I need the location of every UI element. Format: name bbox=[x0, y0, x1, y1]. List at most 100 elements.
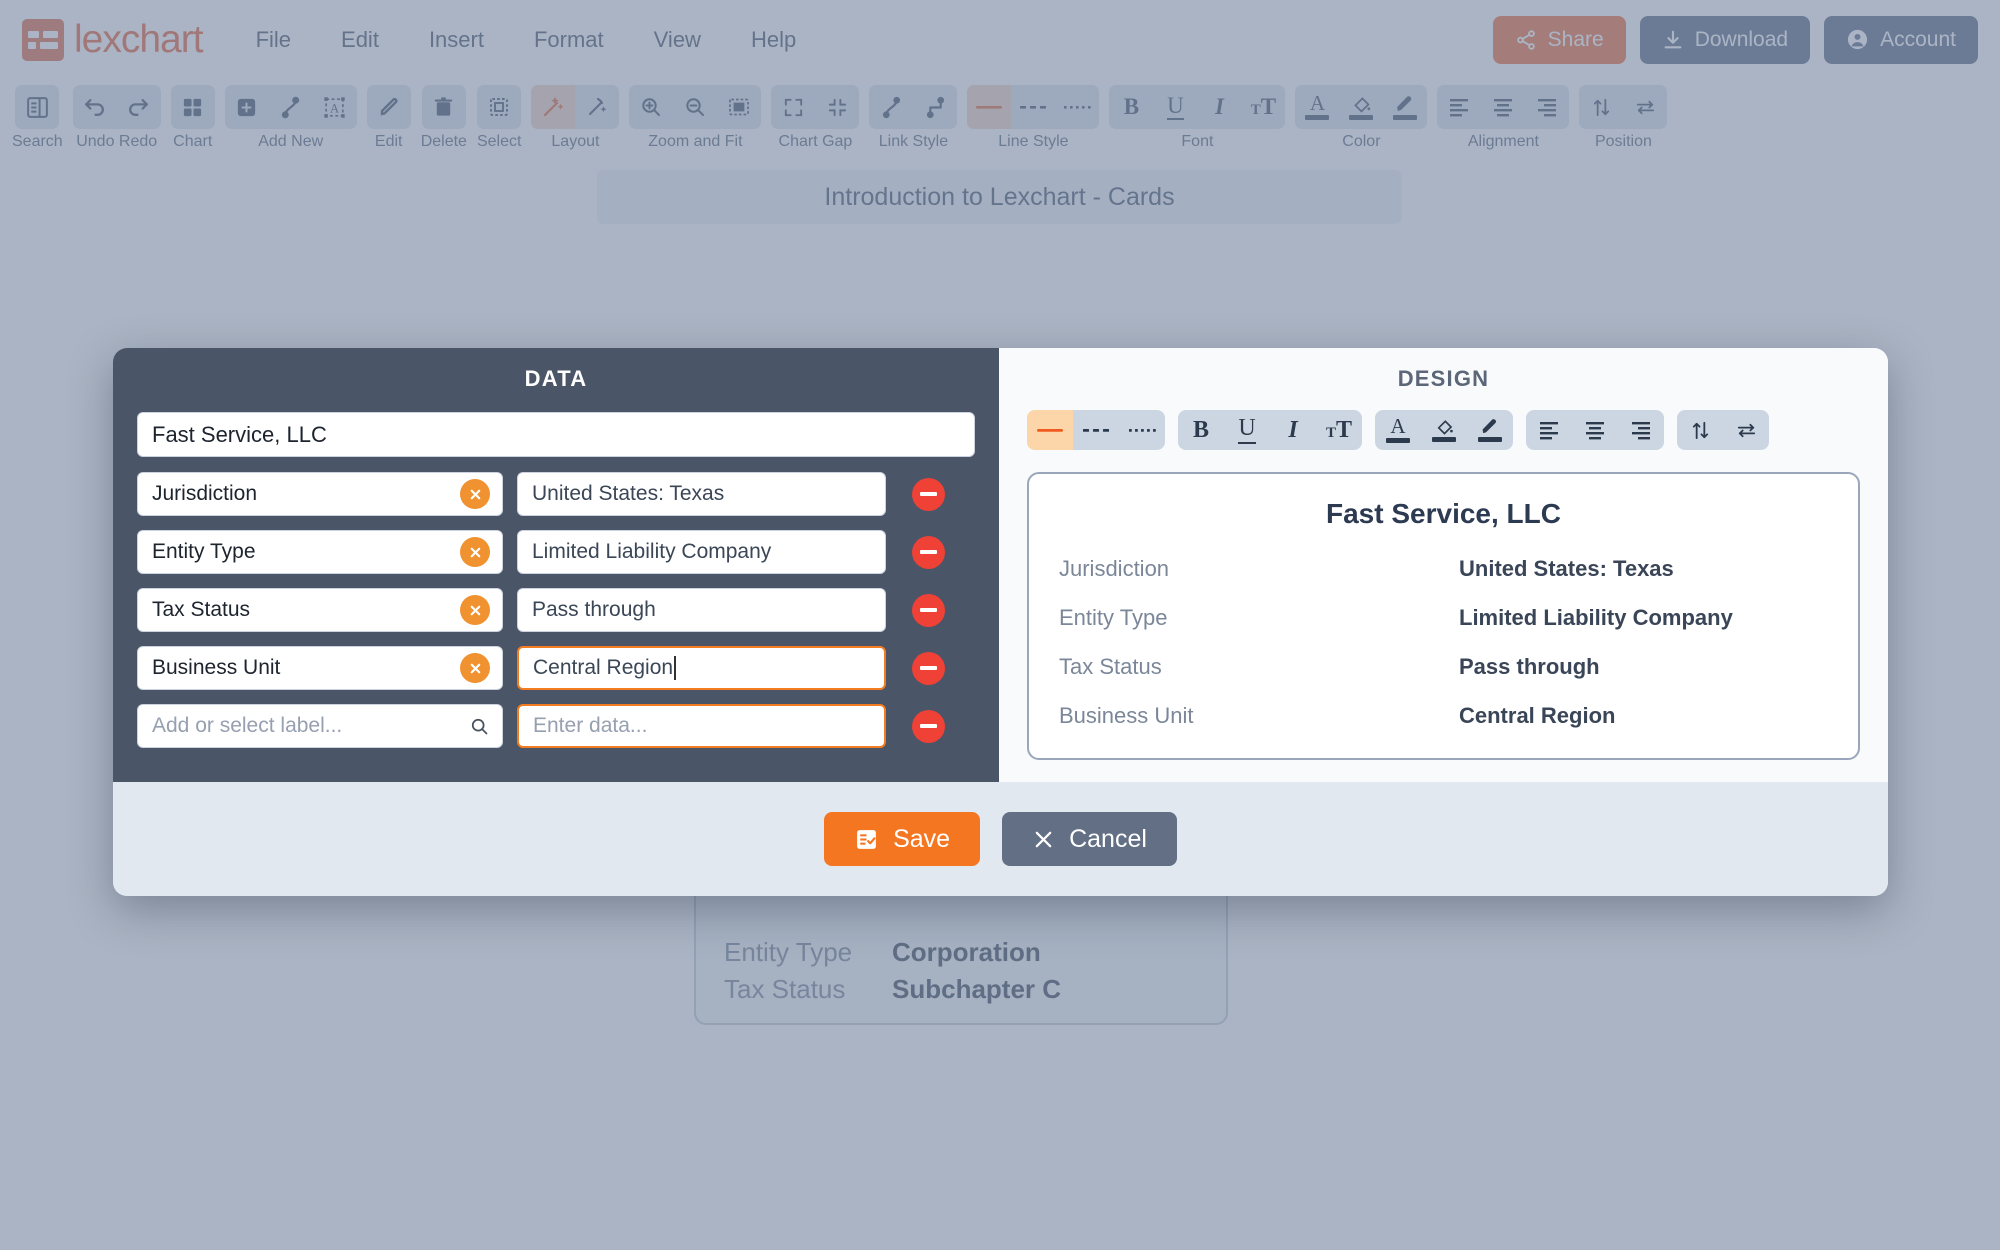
account-button[interactable]: Account bbox=[1824, 15, 1978, 64]
label-input[interactable]: Business Unit bbox=[137, 646, 503, 690]
remove-row-button[interactable] bbox=[912, 477, 945, 511]
fill-color-icon[interactable] bbox=[1339, 85, 1383, 129]
add-link-icon[interactable] bbox=[269, 85, 313, 129]
share-button[interactable]: Share bbox=[1492, 15, 1626, 64]
value-input-focused[interactable]: Central Region bbox=[517, 646, 886, 690]
collapse-gap-icon[interactable] bbox=[815, 85, 859, 129]
dashed-line-icon[interactable] bbox=[1011, 85, 1055, 129]
underline-icon[interactable]: U bbox=[1224, 410, 1270, 450]
grid-chart-icon[interactable] bbox=[171, 85, 215, 129]
remove-row-button[interactable] bbox=[912, 535, 945, 569]
solid-line-icon[interactable] bbox=[967, 85, 1012, 129]
value-text: Limited Liability Company bbox=[532, 540, 772, 563]
fit-screen-icon[interactable] bbox=[717, 85, 761, 129]
dotted-line-icon[interactable] bbox=[1119, 410, 1165, 450]
expand-gap-icon[interactable] bbox=[771, 85, 815, 129]
font-size-icon[interactable]: TT bbox=[1241, 85, 1285, 129]
align-right-icon[interactable] bbox=[1618, 410, 1664, 450]
line-color-icon[interactable] bbox=[1467, 410, 1513, 450]
clear-label-icon[interactable] bbox=[460, 653, 490, 683]
remove-row-button[interactable] bbox=[912, 651, 945, 685]
font-size-icon[interactable]: TT bbox=[1316, 410, 1362, 450]
redo-icon[interactable] bbox=[117, 85, 161, 129]
add-text-icon[interactable]: A bbox=[313, 85, 357, 129]
text-color-icon[interactable]: A bbox=[1375, 410, 1421, 450]
data-row: Business Unit Central Region bbox=[137, 646, 975, 690]
clear-label-icon[interactable] bbox=[460, 595, 490, 625]
preview-value: Limited Liability Company bbox=[1459, 605, 1733, 630]
clear-label-icon[interactable] bbox=[460, 537, 490, 567]
search-panel-icon[interactable] bbox=[15, 85, 59, 129]
undo-icon[interactable] bbox=[73, 85, 117, 129]
value-text: Pass through bbox=[532, 598, 656, 621]
zoom-out-icon[interactable] bbox=[673, 85, 717, 129]
cancel-button[interactable]: Cancel bbox=[1002, 812, 1177, 866]
align-right-icon[interactable] bbox=[1525, 85, 1569, 129]
new-value-input[interactable]: Enter data... bbox=[517, 704, 886, 748]
toolbar-label-search: Search bbox=[12, 133, 63, 150]
menu-item-view[interactable]: View bbox=[629, 18, 726, 62]
align-center-icon[interactable] bbox=[1572, 410, 1618, 450]
italic-icon[interactable]: I bbox=[1197, 85, 1241, 129]
menu-item-help[interactable]: Help bbox=[726, 18, 821, 62]
magic-pen-icon[interactable] bbox=[575, 85, 619, 129]
add-box-icon[interactable] bbox=[225, 85, 269, 129]
align-left-icon[interactable] bbox=[1526, 410, 1572, 450]
bold-icon[interactable]: B bbox=[1109, 85, 1153, 129]
curved-link-icon[interactable] bbox=[869, 85, 913, 129]
dotted-line-icon[interactable] bbox=[1055, 85, 1099, 129]
card-preview[interactable]: Fast Service, LLC Jurisdiction United St… bbox=[1027, 472, 1860, 760]
italic-icon[interactable]: I bbox=[1270, 410, 1316, 450]
save-button[interactable]: Save bbox=[824, 812, 981, 866]
dashed-line-icon[interactable] bbox=[1073, 410, 1119, 450]
search-icon[interactable] bbox=[469, 716, 490, 737]
entity-name-input[interactable]: Fast Service, LLC bbox=[137, 412, 975, 457]
remove-new-row-button[interactable] bbox=[912, 709, 945, 743]
swap-vertical-icon[interactable] bbox=[1579, 85, 1623, 129]
download-button[interactable]: Download bbox=[1639, 15, 1811, 64]
preview-row: Jurisdiction United States: Texas bbox=[1059, 556, 1828, 582]
bold-icon[interactable]: B bbox=[1178, 410, 1224, 450]
swap-horizontal-icon[interactable] bbox=[1723, 410, 1769, 450]
menu-item-edit[interactable]: Edit bbox=[316, 18, 404, 62]
lexchart-logo[interactable]: lexchart bbox=[22, 18, 204, 62]
trash-icon[interactable] bbox=[422, 85, 466, 129]
svg-text:A: A bbox=[330, 101, 339, 115]
design-toolbar: B U I TT A bbox=[1027, 410, 1860, 450]
swap-horizontal-icon[interactable] bbox=[1623, 85, 1667, 129]
toolbar-group-search: Search bbox=[12, 85, 63, 151]
clear-label-icon[interactable] bbox=[460, 479, 490, 509]
chart-title-box[interactable]: Introduction to Lexchart - Cards bbox=[597, 170, 1402, 224]
label-input[interactable]: Tax Status bbox=[137, 588, 503, 632]
new-label-input[interactable]: Add or select label... bbox=[137, 704, 503, 748]
line-color-icon[interactable] bbox=[1383, 85, 1427, 129]
text-color-icon[interactable]: A bbox=[1295, 85, 1339, 129]
menu-item-file[interactable]: File bbox=[231, 18, 316, 62]
label-input[interactable]: Entity Type bbox=[137, 530, 503, 574]
close-icon bbox=[1035, 831, 1052, 847]
underline-icon[interactable]: U bbox=[1153, 85, 1197, 129]
pencil-icon[interactable] bbox=[367, 85, 411, 129]
value-input[interactable]: Pass through bbox=[517, 588, 886, 632]
background-card-row: Entity Type Corporation bbox=[724, 937, 1198, 968]
swap-vertical-icon[interactable] bbox=[1677, 410, 1723, 450]
fill-color-icon[interactable] bbox=[1421, 410, 1467, 450]
preview-row: Business Unit Central Region bbox=[1059, 703, 1828, 729]
value-input[interactable]: Limited Liability Company bbox=[517, 530, 886, 574]
value-input[interactable]: United States: Texas bbox=[517, 472, 886, 516]
menu-item-format[interactable]: Format bbox=[509, 18, 629, 62]
align-center-icon[interactable] bbox=[1481, 85, 1525, 129]
remove-row-button[interactable] bbox=[912, 593, 945, 627]
header-actions: Share Download Account bbox=[1492, 15, 1978, 64]
align-left-icon[interactable] bbox=[1437, 85, 1481, 129]
menu-item-insert[interactable]: Insert bbox=[404, 18, 509, 62]
toolbar-group-alignment: Alignment bbox=[1437, 85, 1570, 151]
logo-mark-icon bbox=[22, 18, 64, 61]
solid-line-icon[interactable] bbox=[1027, 410, 1073, 450]
marquee-select-icon[interactable] bbox=[477, 85, 521, 129]
label-input[interactable]: Jurisdiction bbox=[137, 472, 503, 516]
zoom-in-icon[interactable] bbox=[629, 85, 673, 129]
preview-key: Jurisdiction bbox=[1059, 556, 1170, 581]
orthogonal-link-icon[interactable] bbox=[913, 85, 957, 129]
magic-wand-icon[interactable] bbox=[531, 85, 576, 129]
